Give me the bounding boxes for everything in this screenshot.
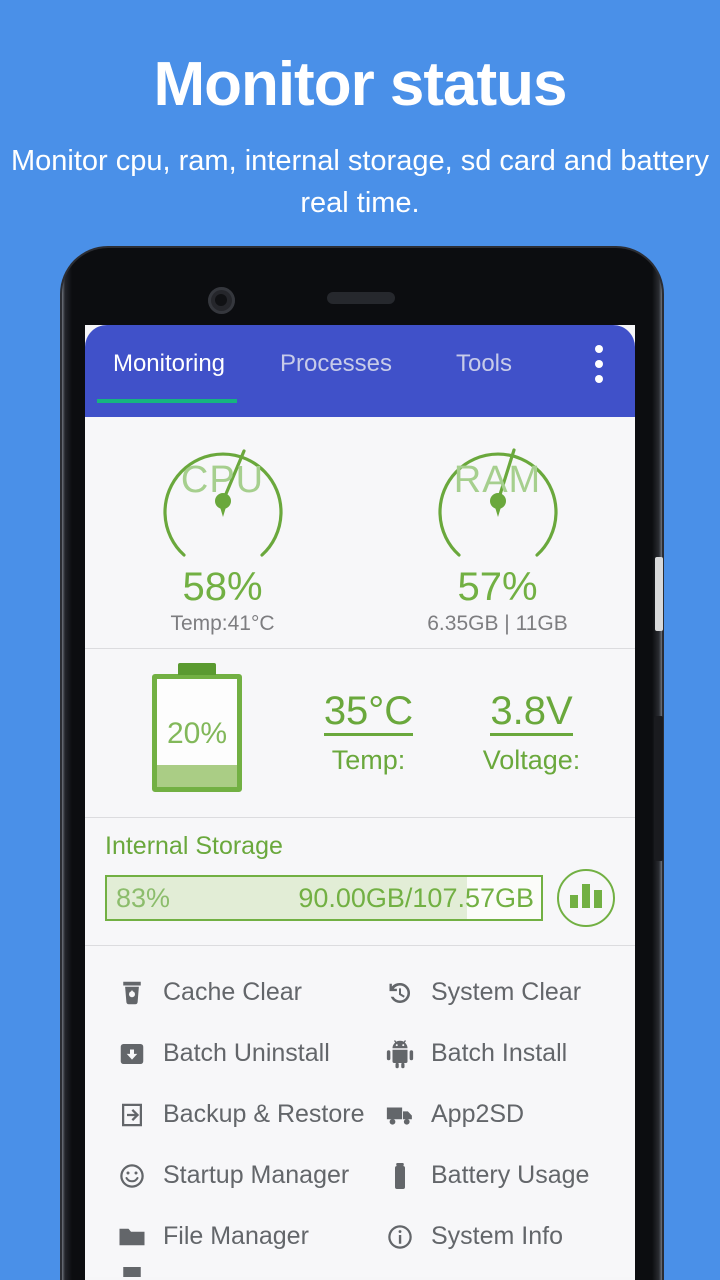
dot: [595, 360, 603, 368]
promo-title: Monitor status: [153, 50, 567, 119]
tool-batch-install[interactable]: Batch Install: [367, 1023, 635, 1084]
cpu-temperature: Temp:41°C: [170, 612, 275, 635]
arrow-into-bracket-icon: [117, 1100, 147, 1130]
box-down-arrow-icon: [117, 1039, 147, 1069]
earpiece-speaker-icon: [327, 292, 395, 304]
cpu-gauge-label: CPU: [180, 459, 265, 501]
tool-batch-uninstall[interactable]: Batch Uninstall: [85, 1023, 367, 1084]
battery-icon-wrap: 20%: [107, 674, 287, 792]
internal-storage-title: Internal Storage: [105, 832, 283, 860]
storage-percent: 83%: [116, 883, 171, 913]
tool-label: System Clear: [431, 978, 582, 1006]
promo-subtitle: Monitor cpu, ram, internal storage, sd c…: [11, 145, 709, 220]
tool-backup-restore[interactable]: Backup & Restore: [85, 1084, 367, 1145]
cpu-gauge[interactable]: CPU 58% Temp:41°C: [85, 431, 360, 636]
monitor-card: CPU 58% Temp:41°C RAM 57% 6.35GB | 11GB …: [85, 417, 635, 1277]
battery-temperature-label: Temp:: [331, 745, 406, 775]
tool-label: Backup & Restore: [163, 1100, 365, 1128]
tool-label: File Manager: [163, 1222, 309, 1250]
tool-label: Cache Clear: [163, 978, 302, 1006]
tool-app2sd[interactable]: App2SD: [367, 1084, 635, 1145]
battery-percent: 20%: [166, 717, 228, 750]
battery-icon: [385, 1161, 415, 1191]
battery-temperature-value: 35°C: [323, 690, 414, 736]
ram-usage: 6.35GB | 11GB: [427, 612, 568, 635]
front-camera-icon: [208, 287, 235, 314]
cpu-percent: 58%: [182, 565, 263, 609]
internal-storage-section: Internal Storage 83% 90.00GB/107.57GB: [85, 818, 635, 945]
battery-temperature-stat: 35°C Temp:: [287, 690, 450, 776]
tool-row: Cache Clear System Clear: [85, 962, 635, 1023]
phone-screen: Monitoring Processes Tools CPU 58% Temp:…: [85, 325, 635, 1280]
truck-icon: [385, 1100, 415, 1130]
bar-chart-icon[interactable]: [557, 869, 615, 927]
tab-bar: Monitoring Processes Tools: [85, 325, 563, 403]
partial-icon: [117, 1267, 147, 1277]
tool-file-manager[interactable]: File Manager: [85, 1206, 367, 1267]
battery-voltage-stat: 3.8V Voltage:: [450, 690, 613, 776]
tab-processes[interactable]: Processes: [253, 325, 419, 403]
tool-label: Batch Install: [431, 1039, 568, 1067]
tool-row: File Manager System Info: [85, 1206, 635, 1267]
tool-partial[interactable]: [85, 1267, 635, 1277]
power-button[interactable]: [655, 557, 663, 631]
app-bar: Monitoring Processes Tools: [85, 325, 635, 417]
storage-progress-bar[interactable]: 83% 90.00GB/107.57GB: [105, 875, 543, 921]
dot: [595, 345, 603, 353]
bar: [582, 884, 590, 908]
tool-label: Battery Usage: [431, 1161, 590, 1189]
tool-row-partial: [85, 1267, 635, 1277]
tool-label: App2SD: [431, 1100, 525, 1128]
tools-grid: Cache Clear System Clear Batch Uninstall: [85, 946, 635, 1277]
tool-row: Batch Uninstall Batch Install: [85, 1023, 635, 1084]
tool-row: Backup & Restore App2SD: [85, 1084, 635, 1145]
tool-label: System Info: [431, 1222, 563, 1250]
battery-section[interactable]: 20% 35°C Temp: 3.8V Voltage:: [85, 649, 635, 817]
tool-label: Batch Uninstall: [163, 1039, 330, 1067]
folder-icon: [117, 1222, 147, 1252]
dot: [595, 375, 603, 383]
storage-size: 90.00GB/107.57GB: [298, 883, 534, 913]
tab-tools[interactable]: Tools: [419, 325, 549, 403]
ram-gauge[interactable]: RAM 57% 6.35GB | 11GB: [360, 431, 635, 636]
tool-system-clear[interactable]: System Clear: [367, 962, 635, 1023]
android-robot-icon: [385, 1039, 415, 1069]
volume-rocker-button[interactable]: [654, 716, 663, 861]
battery-fill: [157, 765, 237, 787]
smiley-face-icon: [117, 1161, 147, 1191]
ram-percent: 57%: [457, 565, 538, 609]
cache-clear-icon: [117, 978, 147, 1008]
battery-voltage-value: 3.8V: [490, 690, 573, 736]
ram-gauge-dial: RAM: [415, 431, 581, 571]
bar: [594, 890, 602, 908]
battery-voltage-label: Voltage:: [482, 745, 581, 775]
info-circle-icon: [385, 1222, 415, 1252]
bar: [570, 895, 578, 908]
tool-system-info[interactable]: System Info: [367, 1206, 635, 1267]
gauges-section: CPU 58% Temp:41°C RAM 57% 6.35GB | 11GB: [85, 417, 635, 648]
history-clock-icon: [385, 978, 415, 1008]
tool-battery-usage[interactable]: Battery Usage: [367, 1145, 635, 1206]
ram-gauge-label: RAM: [453, 459, 542, 501]
cpu-gauge-dial: CPU: [140, 431, 306, 571]
more-vertical-icon[interactable]: [563, 325, 635, 403]
internal-storage-row: 83% 90.00GB/107.57GB: [105, 869, 615, 927]
tool-cache-clear[interactable]: Cache Clear: [85, 962, 367, 1023]
tool-startup-manager[interactable]: Startup Manager: [85, 1145, 367, 1206]
battery-level-icon: 20%: [152, 674, 242, 792]
tool-label: Startup Manager: [163, 1161, 350, 1189]
tab-monitoring[interactable]: Monitoring: [85, 325, 253, 403]
promo-screenshot: Monitor status Monitor cpu, ram, interna…: [0, 0, 720, 1280]
tool-row: Startup Manager Battery Usage: [85, 1145, 635, 1206]
